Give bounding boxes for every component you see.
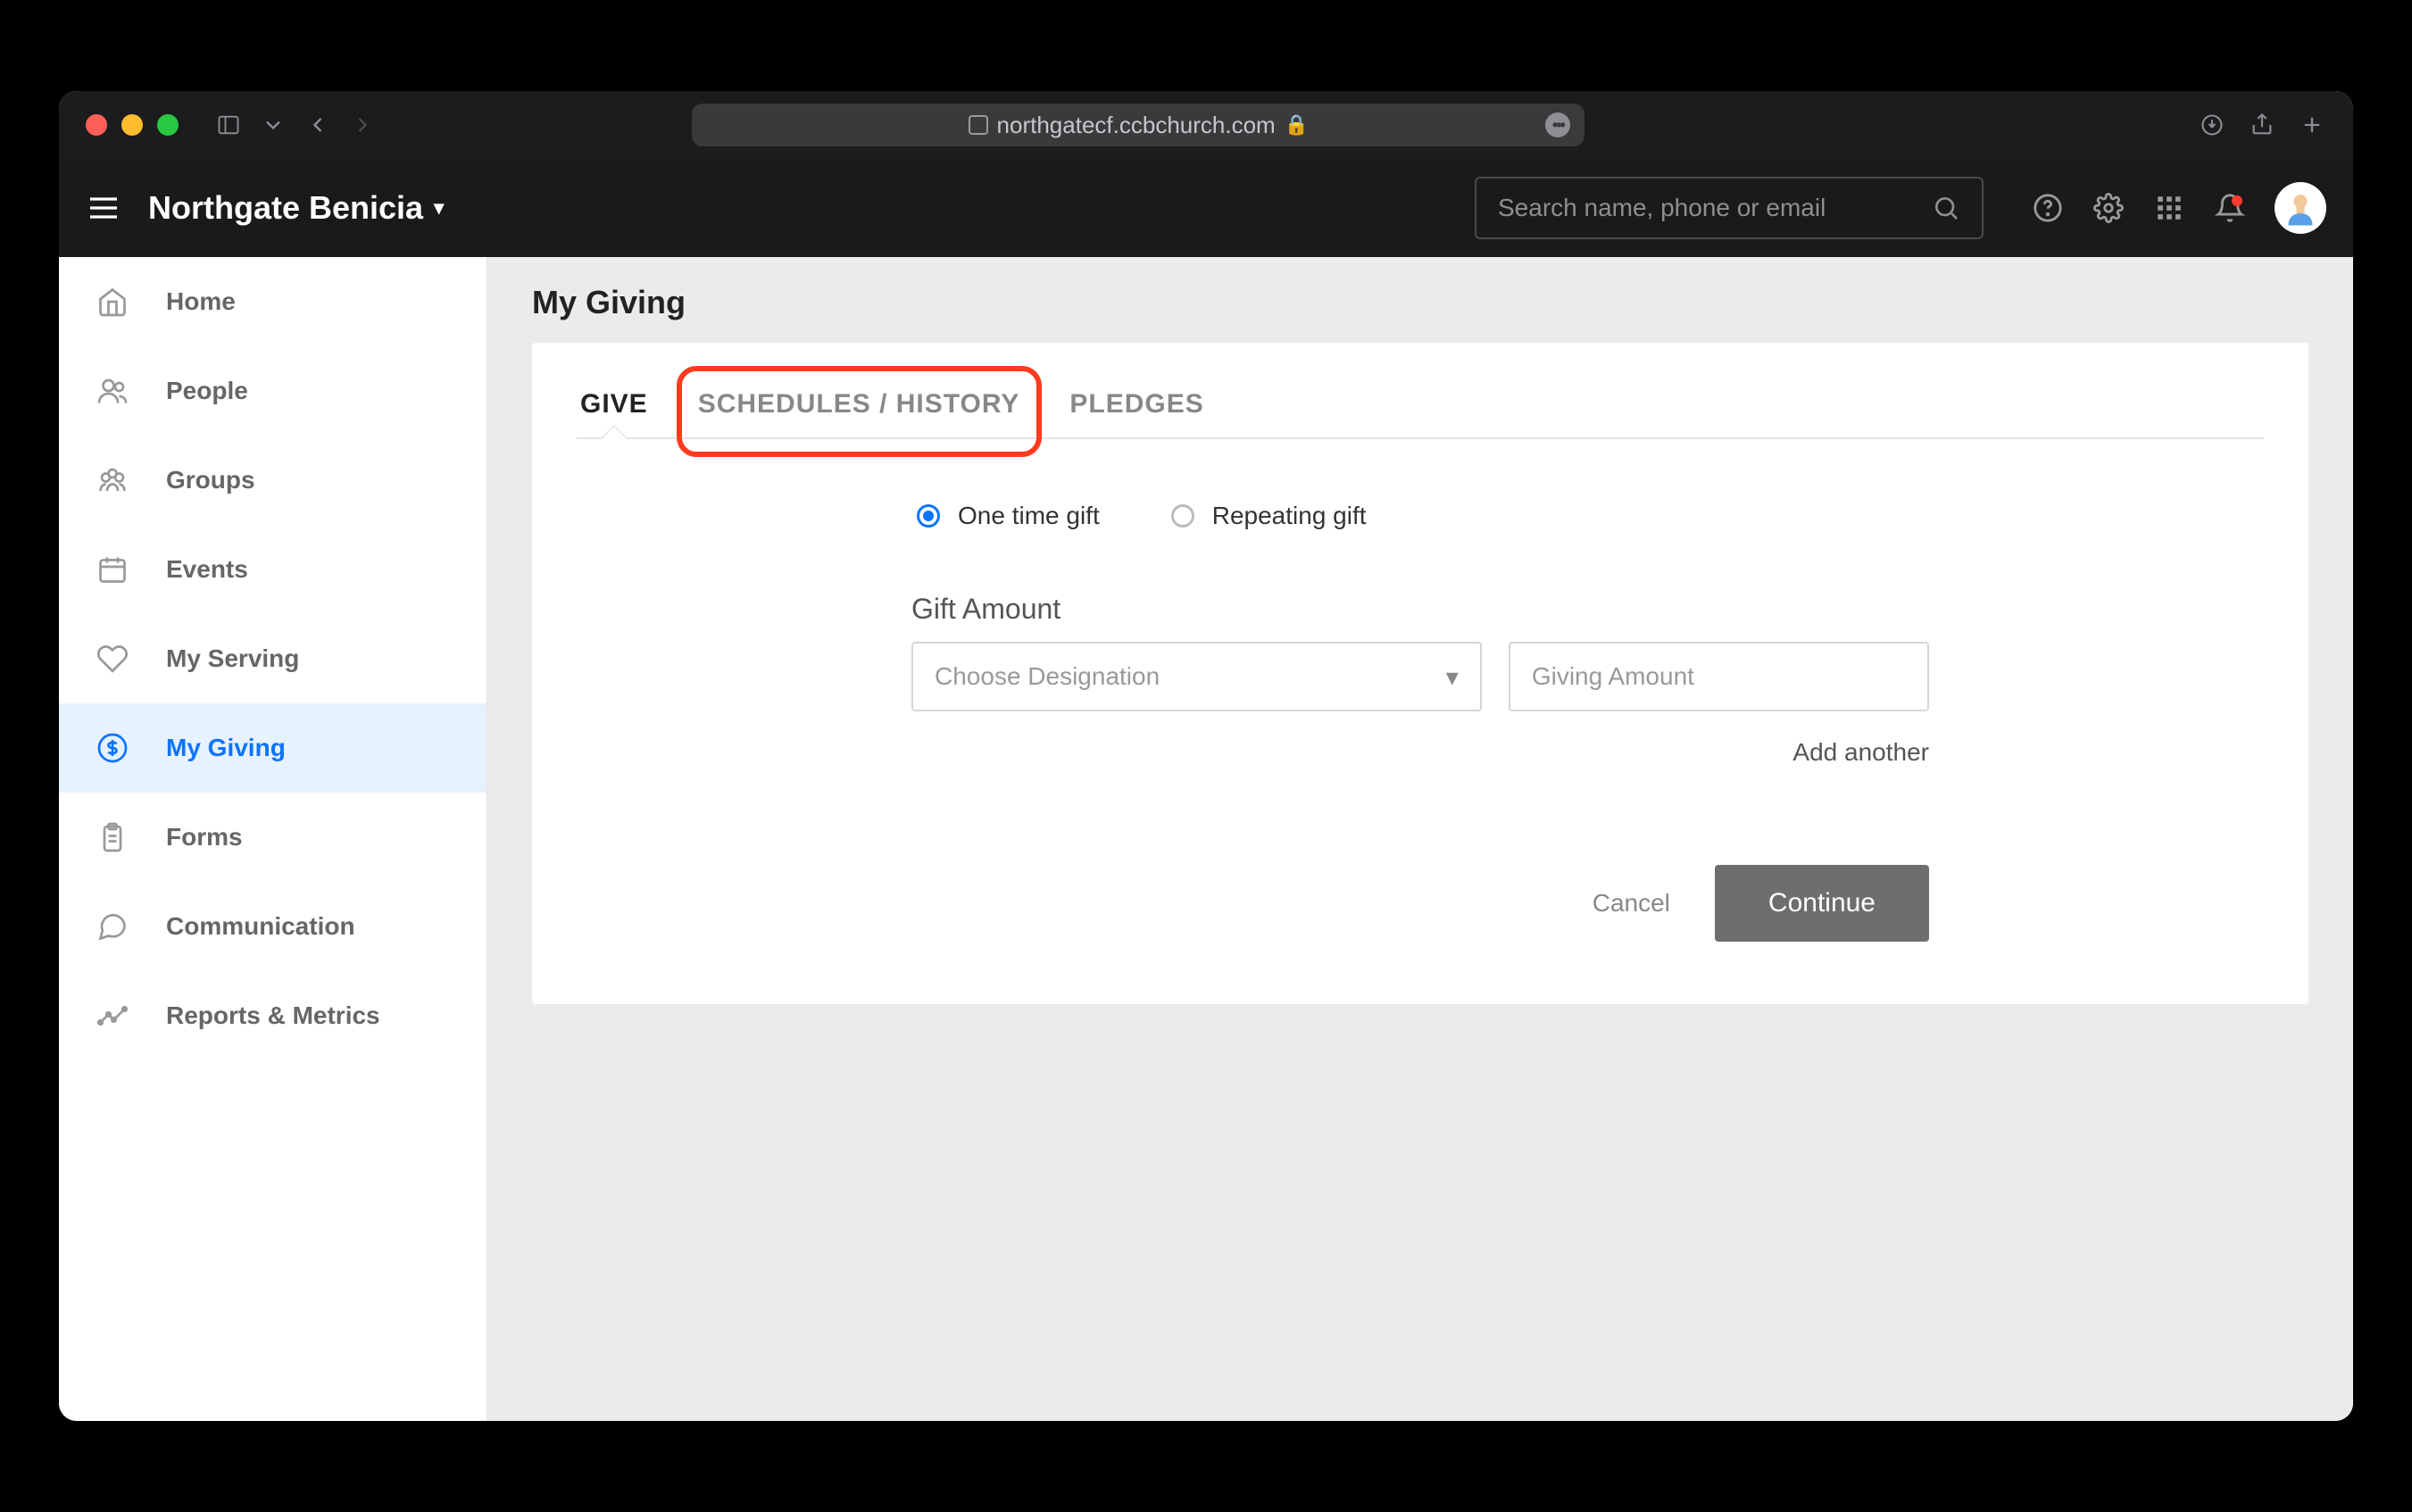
downloads-icon[interactable] <box>2198 111 2226 139</box>
back-button[interactable] <box>304 111 332 139</box>
reader-icon <box>969 115 988 135</box>
sidebar-item-events[interactable]: Events <box>59 525 487 614</box>
main-content: My Giving GIVE SCHEDULES / HISTORY PLEDG… <box>487 257 2353 1421</box>
cancel-button[interactable]: Cancel <box>1593 889 1670 918</box>
new-tab-icon[interactable] <box>2298 111 2326 139</box>
share-icon[interactable] <box>2248 111 2276 139</box>
minimize-window-button[interactable] <box>121 114 143 136</box>
add-another-link[interactable]: Add another <box>911 738 1929 767</box>
search-input[interactable] <box>1498 194 1932 222</box>
radio-repeating-gift[interactable]: Repeating gift <box>1171 502 1367 530</box>
radio-icon <box>917 504 940 528</box>
sidebar-item-label: Home <box>166 287 236 316</box>
radio-label: Repeating gift <box>1212 502 1367 530</box>
giving-card: GIVE SCHEDULES / HISTORY PLEDGES One tim… <box>532 343 2308 1004</box>
chevron-down-icon[interactable] <box>259 111 287 139</box>
settings-icon[interactable] <box>2092 192 2125 224</box>
sidebar-item-label: Communication <box>166 912 355 941</box>
radio-label: One time gift <box>958 502 1100 530</box>
metrics-icon <box>95 998 130 1034</box>
chevron-down-icon: ▾ <box>1446 662 1459 692</box>
sidebar-item-label: People <box>166 377 248 405</box>
sidebar: Home People Groups Events My Serving My … <box>59 257 487 1421</box>
gift-type-group: One time gift Repeating gift <box>911 502 1929 530</box>
close-window-button[interactable] <box>86 114 107 136</box>
giving-amount-input[interactable] <box>1532 662 1906 691</box>
groups-icon <box>95 462 130 498</box>
tabs: GIVE SCHEDULES / HISTORY PLEDGES <box>577 378 2264 439</box>
page-title: My Giving <box>532 284 2308 321</box>
sidebar-item-label: My Giving <box>166 734 286 762</box>
clipboard-icon <box>95 819 130 855</box>
select-placeholder: Choose Designation <box>935 662 1160 691</box>
caret-down-icon: ▾ <box>434 196 444 220</box>
org-name: Northgate Benicia <box>148 189 423 227</box>
search-icon <box>1932 194 1960 222</box>
lock-icon: 🔒 <box>1285 113 1309 137</box>
forward-button[interactable] <box>348 111 377 139</box>
sidebar-item-people[interactable]: People <box>59 346 487 436</box>
sidebar-item-home[interactable]: Home <box>59 257 487 346</box>
sidebar-item-label: Events <box>166 555 248 584</box>
window-controls <box>86 114 179 136</box>
address-bar[interactable]: northgatecf.ccbchurch.com 🔒 ••• <box>692 104 1584 146</box>
maximize-window-button[interactable] <box>157 114 179 136</box>
sidebar-item-groups[interactable]: Groups <box>59 436 487 525</box>
org-switcher[interactable]: Northgate Benicia ▾ <box>148 189 444 227</box>
sidebar-item-communication[interactable]: Communication <box>59 882 487 971</box>
radio-one-time-gift[interactable]: One time gift <box>917 502 1100 530</box>
tab-schedules-history[interactable]: SCHEDULES / HISTORY <box>694 378 1024 437</box>
search-box[interactable] <box>1475 177 1984 239</box>
notification-badge <box>2232 195 2242 206</box>
calendar-icon <box>95 552 130 587</box>
sidebar-item-reports[interactable]: Reports & Metrics <box>59 971 487 1060</box>
help-icon[interactable] <box>2032 192 2064 224</box>
sidebar-item-my-serving[interactable]: My Serving <box>59 614 487 703</box>
sidebar-toggle-icon[interactable] <box>214 111 243 139</box>
sidebar-item-my-giving[interactable]: My Giving <box>59 703 487 793</box>
browser-window: northgatecf.ccbchurch.com 🔒 ••• Northgat… <box>59 91 2353 1421</box>
sidebar-item-label: Groups <box>166 466 255 494</box>
app-header: Northgate Benicia ▾ <box>59 159 2353 257</box>
address-text: northgatecf.ccbchurch.com <box>997 112 1276 139</box>
continue-button[interactable]: Continue <box>1715 865 1929 942</box>
tab-pledges[interactable]: PLEDGES <box>1066 378 1207 437</box>
dollar-icon <box>95 730 130 766</box>
tab-give[interactable]: GIVE <box>577 378 652 437</box>
heart-icon <box>95 641 130 677</box>
radio-icon <box>1171 504 1194 528</box>
amount-input-wrapper <box>1509 642 1929 711</box>
apps-grid-icon[interactable] <box>2153 192 2185 224</box>
gift-amount-label: Gift Amount <box>911 593 1929 626</box>
sidebar-item-label: Reports & Metrics <box>166 1001 380 1030</box>
user-avatar[interactable] <box>2275 182 2326 234</box>
browser-toolbar: northgatecf.ccbchurch.com 🔒 ••• <box>59 91 2353 159</box>
sidebar-item-label: My Serving <box>166 644 299 673</box>
people-icon <box>95 373 130 409</box>
home-icon <box>95 284 130 320</box>
page-settings-icon[interactable]: ••• <box>1545 112 1570 137</box>
sidebar-item-forms[interactable]: Forms <box>59 793 487 882</box>
designation-select[interactable]: Choose Designation ▾ <box>911 642 1482 711</box>
menu-button[interactable] <box>86 190 121 226</box>
chat-icon <box>95 909 130 944</box>
notifications-icon[interactable] <box>2214 192 2246 224</box>
sidebar-item-label: Forms <box>166 823 243 852</box>
